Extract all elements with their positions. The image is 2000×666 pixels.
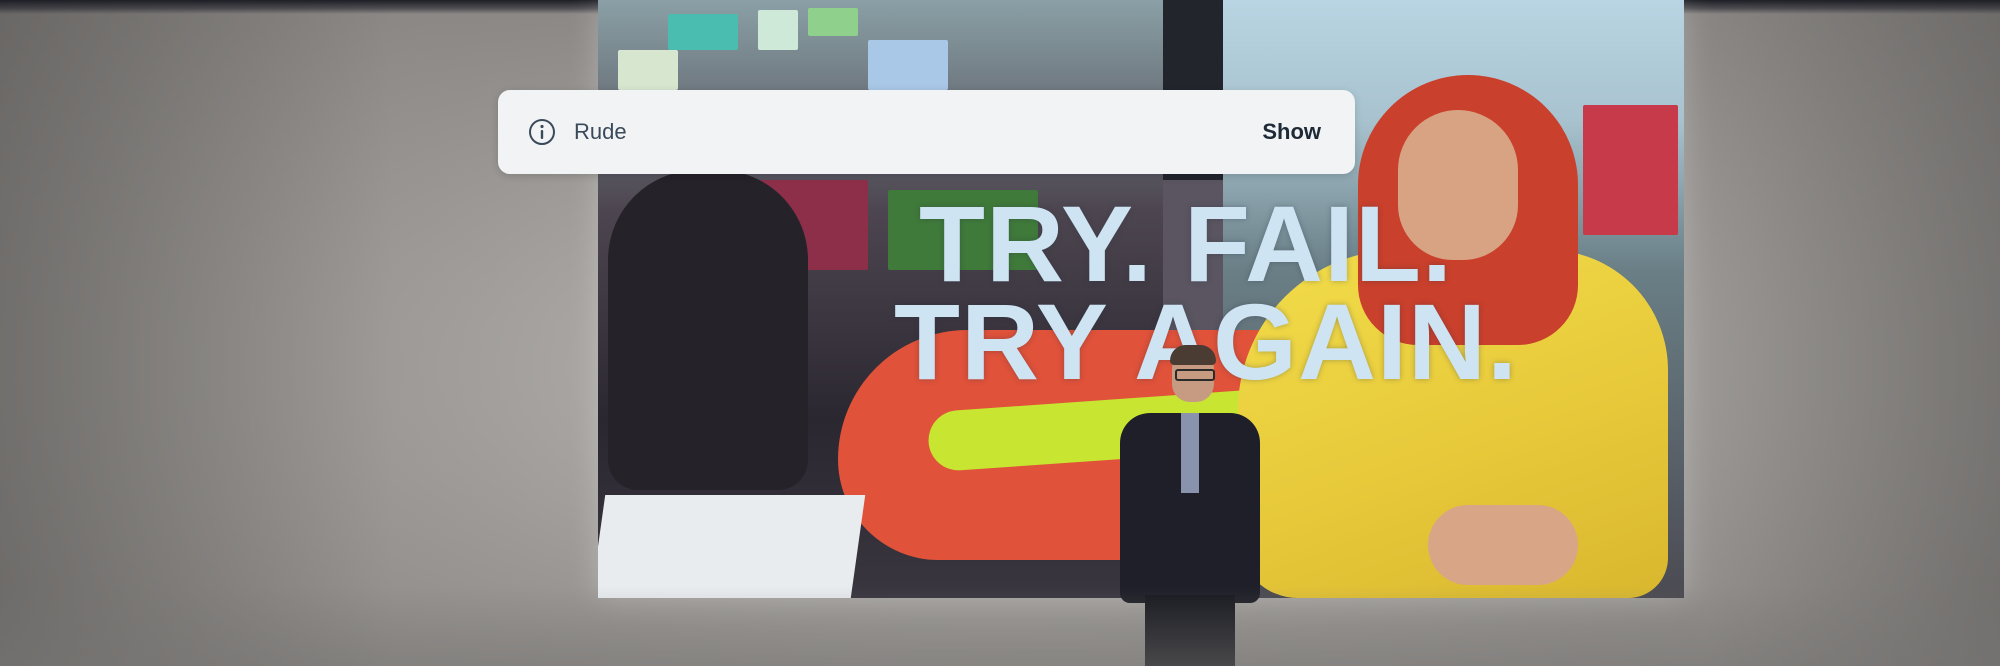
warning-label: Rude <box>574 119 627 144</box>
speaker-shirt <box>1181 413 1199 493</box>
person-hand <box>1428 505 1578 585</box>
sticky-note <box>668 14 738 50</box>
info-icon <box>528 118 556 146</box>
show-button[interactable]: Show <box>1260 115 1323 149</box>
content-warning-banner: Rude Show <box>498 90 1355 174</box>
stage-wall-left <box>0 0 560 666</box>
sticky-note <box>758 10 798 50</box>
speaker-glasses <box>1175 369 1215 381</box>
sticky-note <box>808 8 858 36</box>
speaker-hair <box>1170 345 1216 365</box>
stage-floor <box>0 586 2000 666</box>
papers <box>598 495 866 598</box>
slide-line-1: TRY. FAIL. <box>918 183 1454 304</box>
sticky-note <box>868 40 948 90</box>
sticky-note <box>618 50 678 90</box>
